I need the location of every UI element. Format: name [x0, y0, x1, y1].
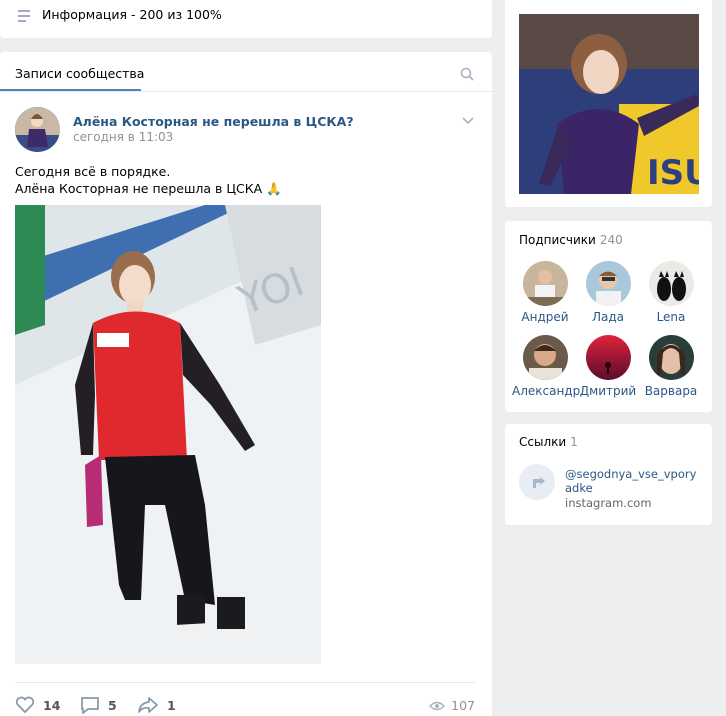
subscriber-item[interactable]: Лада: [575, 261, 641, 324]
link-arrow-icon[interactable]: [519, 464, 555, 500]
post-text: Сегодня всё в порядке. Алёна Косторная н…: [15, 163, 282, 197]
subscribers-title: Подписчики: [519, 233, 596, 247]
links-block: Ссылки 1 @segodnya_vse_vporyadke instagra…: [505, 424, 712, 525]
avatar: [585, 335, 631, 380]
avatar: [522, 261, 568, 306]
subscriber-item[interactable]: Lena: [638, 261, 704, 324]
post-time[interactable]: сегодня в 11:03: [73, 130, 173, 144]
share-button[interactable]: 1: [137, 696, 176, 714]
avatar: [648, 261, 694, 306]
link-domain: instagram.com: [565, 496, 652, 510]
search-icon[interactable]: [460, 67, 474, 81]
eye-icon: [429, 701, 446, 710]
post-title[interactable]: Алёна Косторная не перешла в ЦСКА?: [73, 114, 354, 129]
post-text-line: Сегодня всё в порядке.: [15, 164, 171, 179]
subscriber-name: Варвара: [644, 384, 698, 398]
subscriber-name: Лада: [591, 310, 625, 324]
links-header[interactable]: Ссылки 1: [519, 435, 578, 449]
comment-button[interactable]: 5: [80, 696, 117, 714]
subscriber-name: Lena: [656, 310, 686, 324]
share-icon: [138, 697, 158, 713]
avatar: [585, 261, 631, 306]
like-button[interactable]: 14: [15, 696, 60, 714]
svg-text:ISU: ISU: [647, 153, 699, 193]
subscriber-name: Дмитрий: [579, 384, 637, 398]
likes-count: 14: [43, 697, 61, 713]
menu-icon: [18, 10, 30, 25]
subscribers-header[interactable]: Подписчики 240: [519, 233, 623, 247]
post-photo[interactable]: YOI: [15, 205, 321, 664]
community-wall: Записи сообщества Алёна Косторная не пер…: [0, 52, 492, 716]
subscriber-item[interactable]: Варвара: [638, 335, 704, 398]
subscriber-name: Александр: [512, 384, 581, 398]
subscribers-block: Подписчики 240 Андрей Лада Lena Александр…: [505, 221, 712, 412]
subscriber-name: Андрей: [521, 310, 569, 324]
tab-community-posts[interactable]: Записи сообщества: [15, 66, 144, 81]
post-text-line: Алёна Косторная не перешла в ЦСКА 🙏: [15, 181, 282, 196]
subscriber-item[interactable]: Александр: [512, 335, 581, 398]
subscriber-item[interactable]: Дмитрий: [575, 335, 641, 398]
post-author-avatar[interactable]: [15, 107, 60, 152]
avatar: [522, 335, 568, 380]
avatar: [648, 335, 694, 380]
community-photo[interactable]: ISU: [519, 14, 699, 194]
subscriber-item[interactable]: Андрей: [512, 261, 578, 324]
comment-icon: [81, 697, 99, 714]
links-title: Ссылки: [519, 435, 567, 449]
active-tab-underline: [0, 89, 141, 91]
views-counter: 107: [429, 698, 475, 713]
post-actions: 14 5 1 107: [15, 696, 475, 716]
info-bar[interactable]: Информация - 200 из 100%: [0, 0, 492, 38]
link-title[interactable]: @segodnya_vse_vporyadke: [565, 467, 700, 495]
chevron-down-icon[interactable]: [462, 117, 474, 125]
info-text: Информация - 200 из 100%: [42, 7, 222, 22]
divider: [15, 682, 475, 683]
wall-header: Записи сообщества: [0, 52, 492, 92]
comments-count: 5: [108, 697, 117, 713]
shares-count: 1: [167, 697, 176, 713]
heart-icon: [15, 696, 35, 714]
subscribers-count: 240: [599, 233, 623, 247]
links-count: 1: [570, 435, 578, 449]
views-count: 107: [451, 698, 475, 713]
community-cover-card: ISU: [505, 0, 712, 207]
